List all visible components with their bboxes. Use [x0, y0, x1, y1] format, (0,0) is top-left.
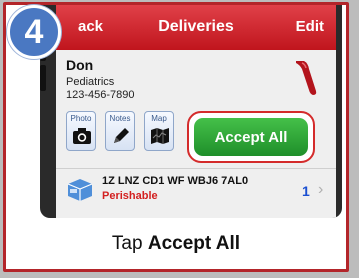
row-divider — [56, 168, 336, 169]
map-label: Map — [151, 114, 167, 123]
phone-screen: ack Deliveries Edit Don Pediatrics 123-4… — [56, 5, 336, 218]
accept-all-button[interactable]: Accept All — [194, 118, 308, 156]
customer-phone[interactable]: 123-456-7890 — [66, 89, 135, 101]
step-number-badge: 4 — [7, 5, 61, 59]
package-icon — [67, 179, 93, 201]
photo-label: Photo — [70, 114, 92, 123]
reflex-hammer-icon — [296, 61, 317, 95]
volume-down-button — [40, 65, 46, 91]
navigation-bar: ack Deliveries Edit — [56, 5, 336, 50]
tracking-number: 1Z LNZ CD1 WF WBJ6 7AL0 — [102, 175, 249, 187]
customer-name: Don — [66, 57, 94, 73]
accept-all-highlight: Accept All — [187, 111, 315, 163]
customer-department: Pediatrics — [66, 76, 115, 88]
perishable-label: Perishable — [102, 190, 158, 202]
pencil-icon — [114, 128, 129, 143]
edit-button[interactable]: Edit — [296, 18, 324, 35]
phone-frame: ack Deliveries Edit Don Pediatrics 123-4… — [40, 5, 342, 218]
map-button[interactable]: Map — [144, 111, 174, 151]
item-count: 1 — [302, 183, 310, 199]
chevron-right-icon[interactable]: › — [318, 181, 323, 199]
caption-prefix: Tap — [111, 233, 148, 254]
camera-icon — [73, 128, 91, 144]
caption-emphasis: Accept All — [147, 233, 241, 254]
instruction-caption: Tap Accept All — [6, 233, 346, 255]
photo-button[interactable]: Photo — [66, 111, 96, 151]
notes-label: Notes — [109, 114, 131, 123]
map-icon — [151, 128, 169, 144]
notes-button[interactable]: Notes — [105, 111, 135, 151]
nav-title: Deliveries — [158, 18, 234, 35]
